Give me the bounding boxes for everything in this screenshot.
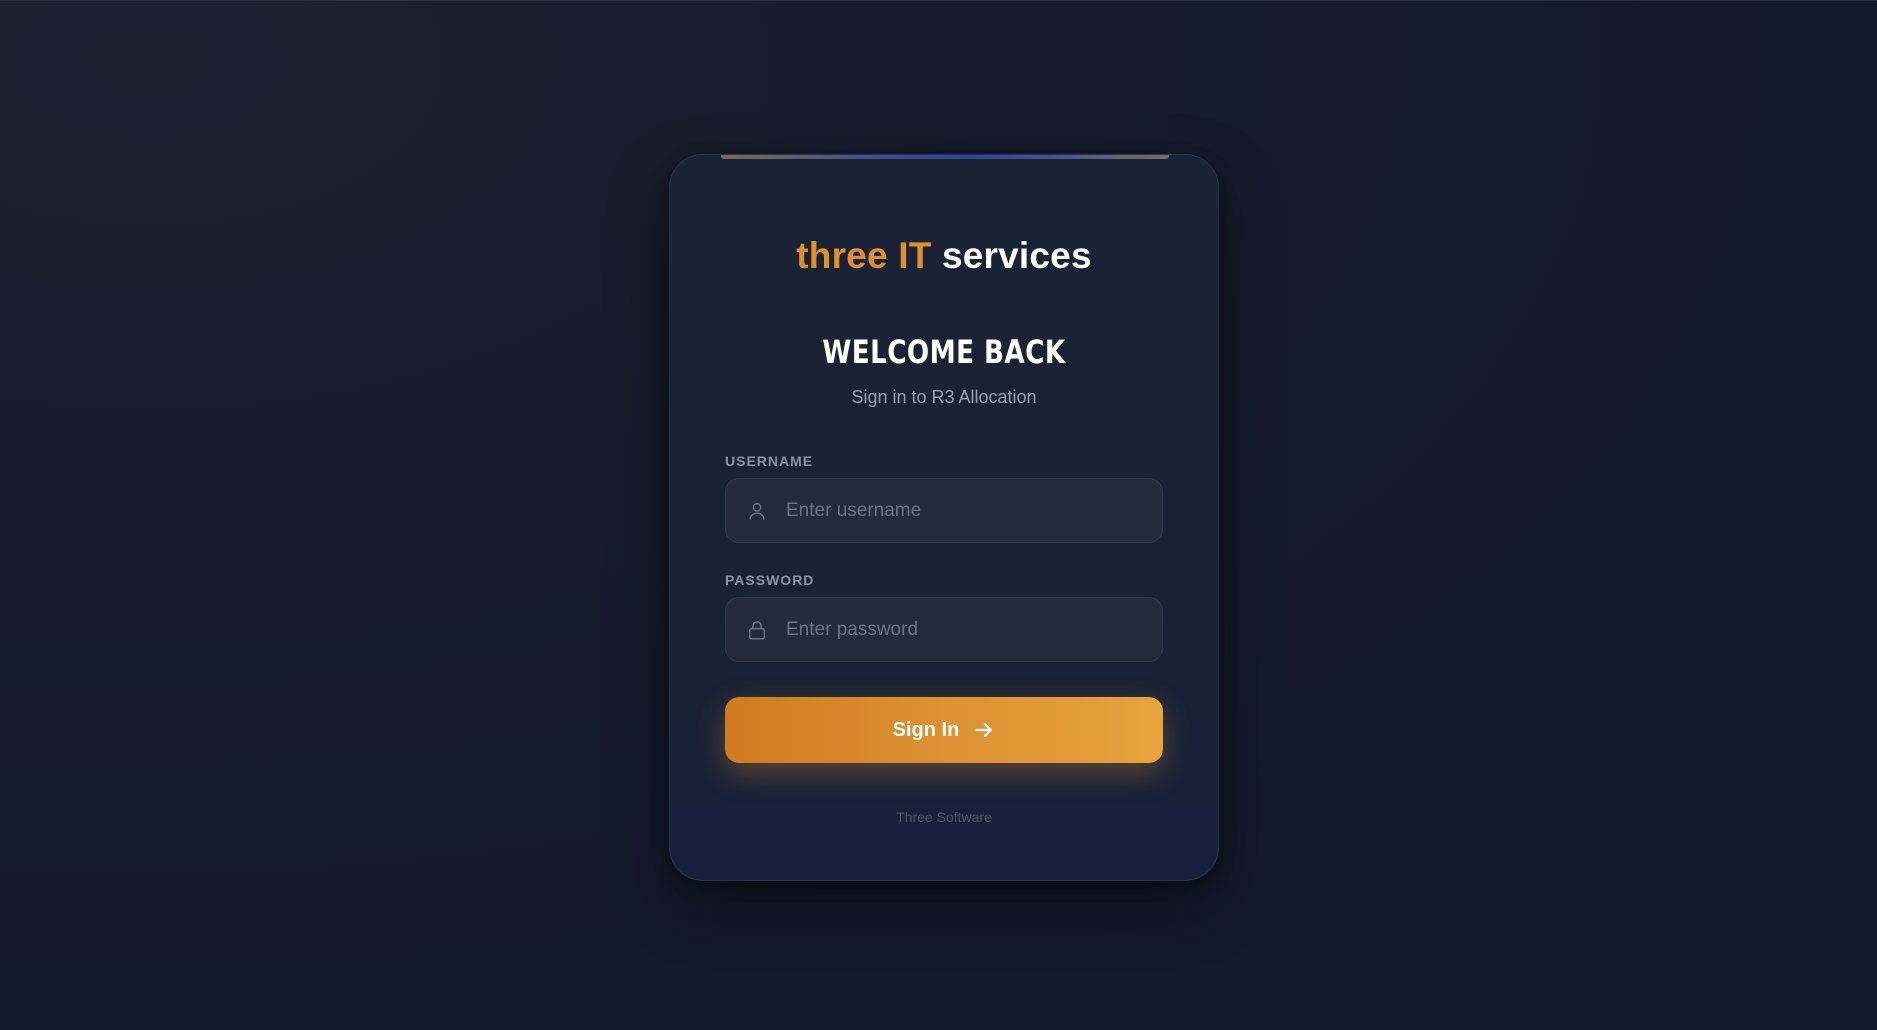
page-title: WELCOME BACK: [822, 333, 1066, 371]
username-input[interactable]: [786, 479, 1146, 542]
page-subtitle: Sign in to R3 Allocation: [851, 387, 1037, 407]
username-label: USERNAME: [725, 453, 814, 469]
brand-word-it: IT: [898, 235, 932, 276]
arrow-right-icon: [975, 722, 993, 738]
username-field[interactable]: [725, 478, 1163, 543]
brand-logo: three IT services: [670, 235, 1218, 277]
password-field[interactable]: [725, 597, 1163, 662]
sign-in-button[interactable]: Sign In: [725, 697, 1163, 763]
lock-icon: [748, 621, 766, 640]
user-icon: [749, 502, 765, 520]
password-input[interactable]: [786, 598, 1146, 661]
top-border: [0, 0, 1877, 1]
brand-word-three: three: [796, 235, 888, 276]
footer-text: Three Software: [896, 809, 992, 825]
sign-in-label: Sign In: [892, 718, 960, 741]
brand-word-services: services: [941, 235, 1092, 276]
password-label: PASSWORD: [725, 572, 815, 588]
login-card: three IT services WELCOME BACK Sign in t…: [669, 154, 1219, 881]
card-accent-bar: [721, 155, 1169, 159]
